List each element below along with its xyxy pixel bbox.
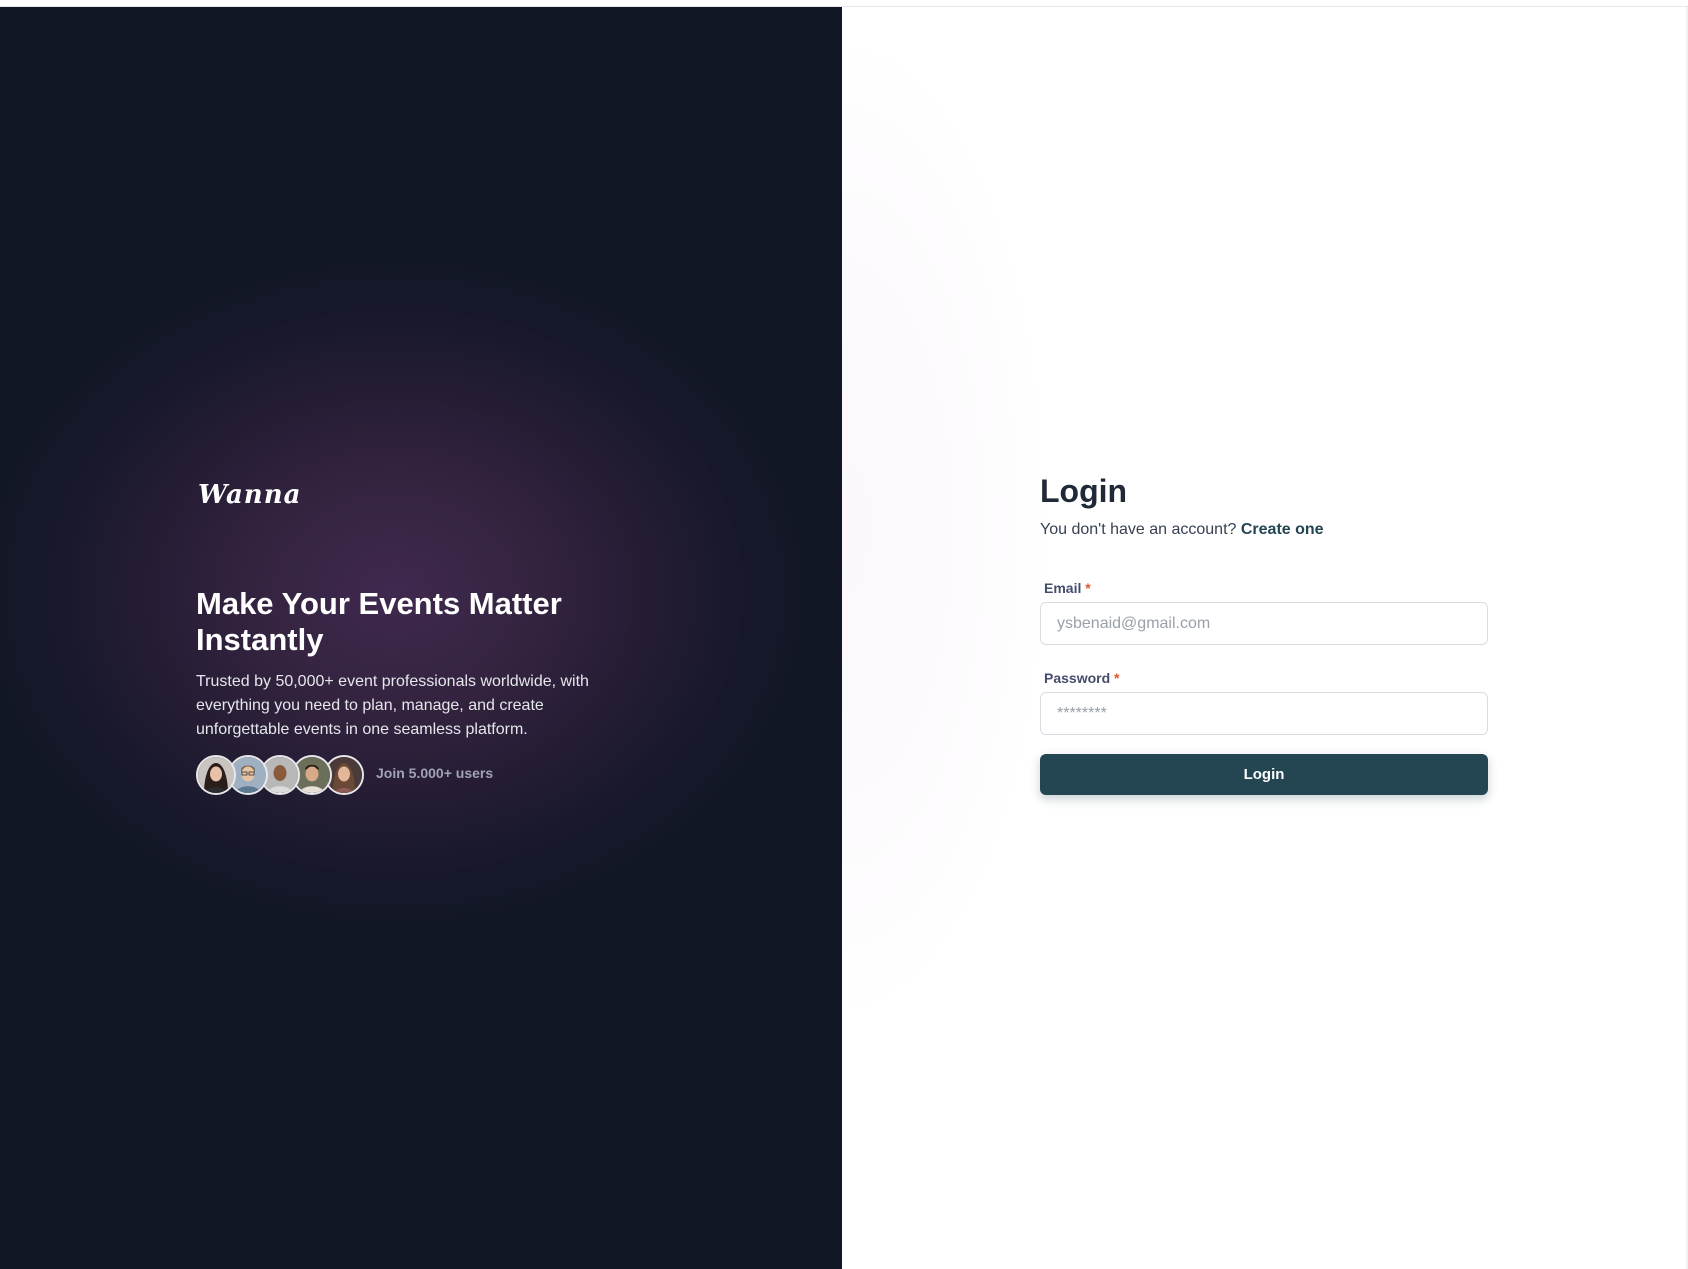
email-label-text: Email bbox=[1044, 580, 1082, 596]
join-users-text: Join 5.000+ users bbox=[376, 765, 494, 781]
signup-prompt-text: You don't have an account? bbox=[1040, 521, 1237, 538]
hero-title: Make Your Events Matter Instantly bbox=[196, 586, 562, 657]
password-label: Password * bbox=[1044, 670, 1119, 686]
user-avatars bbox=[196, 755, 364, 795]
required-marker: * bbox=[1085, 580, 1091, 596]
password-label-text: Password bbox=[1044, 670, 1111, 686]
email-label: Email * bbox=[1044, 580, 1091, 596]
top-border bbox=[0, 0, 1688, 7]
password-field[interactable] bbox=[1040, 692, 1488, 735]
hero-description: Trusted by 50,000+ event professionals w… bbox=[196, 673, 589, 738]
login-button[interactable]: Login bbox=[1040, 754, 1488, 795]
required-marker: * bbox=[1114, 670, 1120, 686]
email-field[interactable] bbox=[1040, 602, 1488, 645]
create-account-link[interactable]: Create one bbox=[1241, 521, 1324, 538]
signup-prompt: You don't have an account? Create one bbox=[1040, 521, 1324, 539]
avatar bbox=[196, 755, 236, 795]
login-title: Login bbox=[1040, 473, 1128, 509]
brand-logo: Wanna bbox=[198, 480, 302, 510]
